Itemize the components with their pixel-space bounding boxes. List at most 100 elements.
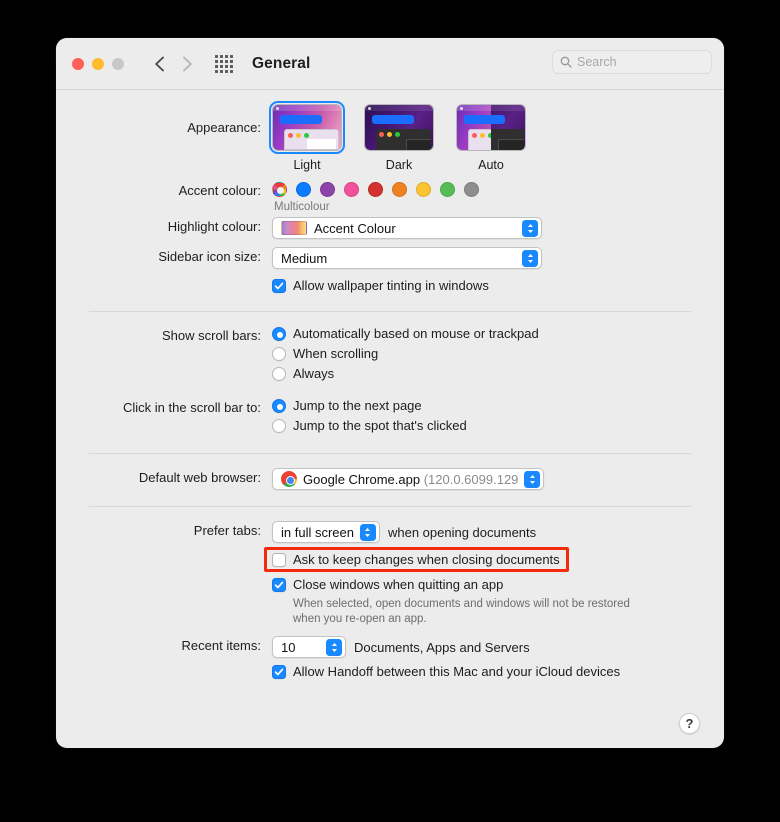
scroll-click-label-next-page: Jump to the next page xyxy=(293,398,422,413)
ask-keep-changes-row: Ask to keep changes when closing documen… xyxy=(86,547,694,572)
prefer-tabs-suffix: when opening documents xyxy=(387,524,537,540)
appearance-option-auto[interactable]: Auto xyxy=(456,104,526,172)
accent-swatch-yellow[interactable] xyxy=(416,182,431,197)
scroll-click-option-next-page[interactable]: Jump to the next page xyxy=(272,398,694,413)
scroll-click-radio-next-page[interactable] xyxy=(272,398,286,413)
sidebar-icon-size-row: Sidebar icon size: Medium xyxy=(86,247,694,269)
scroll-click-radio-spot-clicked[interactable] xyxy=(272,418,286,433)
scroll-click-label: Click in the scroll bar to: xyxy=(123,400,261,415)
close-windows-checkbox[interactable] xyxy=(272,577,286,592)
scrollbar-label-always: Always xyxy=(293,366,335,381)
appearance-row: Appearance: Light Dark Auto xyxy=(86,100,694,172)
recent-items-label: Recent items: xyxy=(181,638,261,653)
recent-items-value: 10 xyxy=(281,639,296,655)
appearance-caption-auto: Auto xyxy=(478,158,504,172)
sidebar-icon-size-select[interactable]: Medium xyxy=(272,247,542,269)
handoff-checkbox-row[interactable]: Allow Handoff between this Mac and your … xyxy=(272,664,694,679)
chevron-updown-icon[interactable] xyxy=(522,249,538,267)
accent-swatch-red[interactable] xyxy=(368,182,383,197)
search-icon xyxy=(560,56,572,68)
accent-colour-caption: Multicolour xyxy=(274,201,330,213)
recent-items-stepper[interactable]: 10 xyxy=(272,636,346,658)
show-scroll-bars-row: Show scroll bars: Automatically based on… xyxy=(86,326,694,386)
handoff-checkbox[interactable] xyxy=(272,664,286,679)
close-windows-checkbox-row[interactable]: Close windows when quitting an app xyxy=(272,577,694,592)
handoff-row: Allow Handoff between this Mac and your … xyxy=(86,664,694,684)
scrollbar-option-when-scrolling[interactable]: When scrolling xyxy=(272,346,694,361)
accent-swatch-orange[interactable] xyxy=(392,182,407,197)
highlight-colour-row: Highlight colour: Accent Colour xyxy=(86,217,694,239)
prefer-tabs-value: in full screen xyxy=(281,524,354,540)
wallpaper-tinting-checkbox[interactable] xyxy=(272,278,286,293)
page-title: General xyxy=(252,54,311,72)
show-scroll-bars-label: Show scroll bars: xyxy=(162,328,261,343)
handoff-label: Allow Handoff between this Mac and your … xyxy=(293,664,621,679)
highlight-colour-value: Accent Colour xyxy=(314,220,396,236)
appearance-thumbnail-auto[interactable] xyxy=(456,104,526,151)
preferences-content: Appearance: Light Dark Auto Accent colou… xyxy=(56,90,724,748)
accent-swatch-pink[interactable] xyxy=(344,182,359,197)
prefer-tabs-row: Prefer tabs: in full screen when opening… xyxy=(86,521,694,543)
accent-colour-row: Accent colour: Multicolour xyxy=(86,181,694,213)
ask-keep-changes-checkbox[interactable] xyxy=(272,552,286,567)
chevron-updown-icon[interactable] xyxy=(326,638,342,656)
scrollbar-radio-always[interactable] xyxy=(272,366,286,381)
appearance-option-dark[interactable]: Dark xyxy=(364,104,434,172)
back-button[interactable] xyxy=(146,51,172,77)
navigation-buttons xyxy=(146,51,200,77)
scrollbar-radio-when-scrolling[interactable] xyxy=(272,346,286,361)
default-browser-value: Google Chrome.app xyxy=(303,471,421,487)
ask-keep-changes-label: Ask to keep changes when closing documen… xyxy=(293,552,560,567)
wallpaper-tinting-row: Allow wallpaper tinting in windows xyxy=(86,278,694,298)
default-browser-label: Default web browser: xyxy=(138,470,261,485)
accent-swatch-green[interactable] xyxy=(440,182,455,197)
sidebar-icon-size-label: Sidebar icon size: xyxy=(158,249,261,264)
desktop-background: General Search Appearance: Light Dark Au… xyxy=(0,0,780,822)
scrollbar-radio-automatic[interactable] xyxy=(272,326,286,341)
scrollbar-option-automatic[interactable]: Automatically based on mouse or trackpad xyxy=(272,326,694,341)
grid-apps-icon[interactable] xyxy=(212,52,236,76)
forward-button[interactable] xyxy=(174,51,200,77)
wallpaper-tinting-checkbox-row[interactable]: Allow wallpaper tinting in windows xyxy=(272,278,694,293)
accent-swatch-multicolour[interactable] xyxy=(272,182,287,197)
scrollbar-option-always[interactable]: Always xyxy=(272,366,694,381)
highlight-colour-select[interactable]: Accent Colour xyxy=(272,217,542,239)
search-field[interactable]: Search xyxy=(552,50,712,74)
default-browser-select[interactable]: Google Chrome.app (120.0.6099.129) xyxy=(272,468,544,490)
section-divider xyxy=(89,453,691,454)
prefer-tabs-label: Prefer tabs: xyxy=(193,523,261,538)
appearance-options: Light Dark Auto xyxy=(268,100,694,172)
accent-colour-swatches xyxy=(272,181,694,197)
appearance-thumbnail-light[interactable] xyxy=(268,100,346,155)
window-titlebar: General Search xyxy=(56,38,724,90)
scroll-click-option-spot-clicked[interactable]: Jump to the spot that's clicked xyxy=(272,418,694,433)
ask-keep-changes-highlight-box: Ask to keep changes when closing documen… xyxy=(264,547,569,572)
help-button[interactable]: ? xyxy=(679,713,700,734)
scroll-click-label-spot-clicked: Jump to the spot that's clicked xyxy=(293,418,467,433)
chrome-icon xyxy=(281,471,297,487)
chevron-updown-icon[interactable] xyxy=(524,470,540,488)
accent-colour-label: Accent colour: xyxy=(178,183,261,198)
recent-items-suffix: Documents, Apps and Servers xyxy=(354,639,530,655)
appearance-thumbnail-dark[interactable] xyxy=(364,104,434,151)
close-button[interactable] xyxy=(72,57,84,70)
section-divider xyxy=(89,311,691,312)
accent-swatch-graphite[interactable] xyxy=(464,182,479,197)
recent-items-row: Recent items: 10 Documents, Apps and Ser… xyxy=(86,636,694,658)
minimize-button[interactable] xyxy=(92,57,104,70)
accent-swatch-purple[interactable] xyxy=(320,182,335,197)
traffic-lights xyxy=(72,57,124,70)
scroll-click-row: Click in the scroll bar to: Jump to the … xyxy=(86,398,694,438)
scrollbar-label-automatic: Automatically based on mouse or trackpad xyxy=(293,326,539,341)
section-divider xyxy=(89,506,691,507)
chevron-updown-icon[interactable] xyxy=(522,219,538,237)
close-windows-label: Close windows when quitting an app xyxy=(293,577,504,592)
appearance-option-light[interactable]: Light xyxy=(268,100,346,172)
zoom-button[interactable] xyxy=(112,57,124,70)
highlight-colour-swatch xyxy=(281,221,307,235)
prefer-tabs-select[interactable]: in full screen xyxy=(272,521,380,543)
accent-swatch-blue[interactable] xyxy=(296,182,311,197)
default-browser-version: (120.0.6099.129) xyxy=(423,471,518,487)
chevron-updown-icon[interactable] xyxy=(359,523,376,541)
appearance-label: Appearance: xyxy=(187,120,261,135)
